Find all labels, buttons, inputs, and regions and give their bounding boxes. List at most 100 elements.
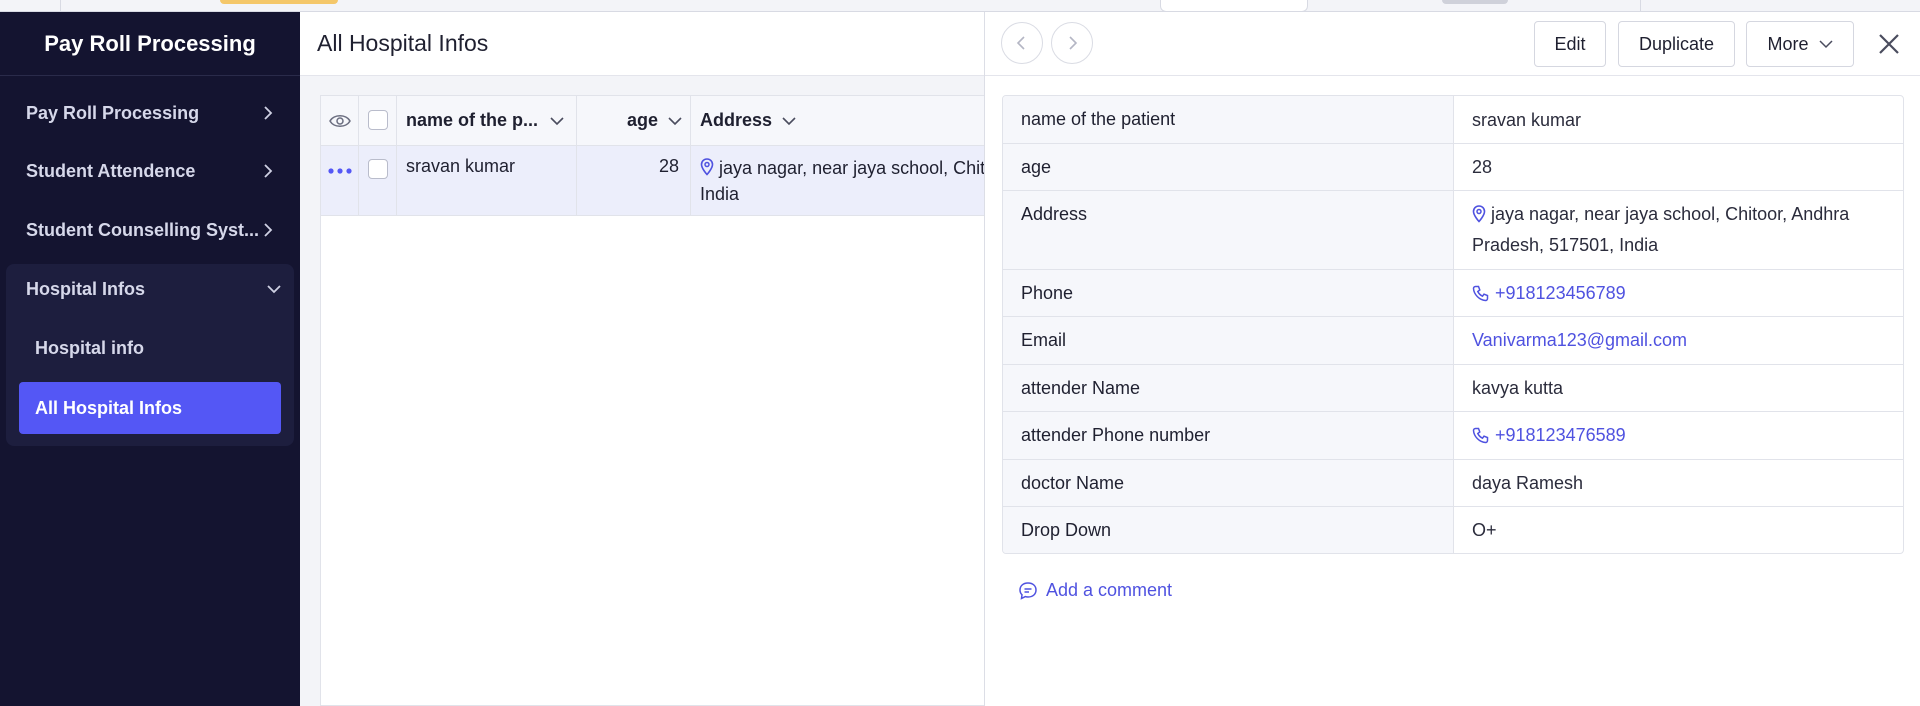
cell-name: sravan kumar — [397, 146, 577, 215]
column-visibility-cell[interactable] — [321, 96, 359, 145]
column-header-address[interactable]: Address — [691, 96, 985, 145]
chevron-right-icon — [264, 106, 273, 120]
field-label: doctor Name — [1003, 460, 1454, 506]
strip-field — [1160, 0, 1308, 12]
field-label: Phone — [1003, 270, 1454, 316]
field-value[interactable]: jaya nagar, near jaya school, Chitoor, A… — [1454, 191, 1903, 269]
location-pin-icon — [700, 158, 714, 176]
strip-tab-highlight — [220, 0, 338, 4]
field-value: sravan kumar — [1472, 110, 1582, 130]
phone-value: +918123476589 — [1495, 425, 1626, 445]
more-button-label: More — [1767, 33, 1809, 54]
duplicate-button[interactable]: Duplicate — [1618, 21, 1735, 67]
page-title: All Hospital Infos — [300, 12, 984, 76]
email-link[interactable]: Vanivarma123@gmail.com — [1454, 317, 1903, 364]
add-comment-label: Add a comment — [1046, 580, 1173, 600]
sidebar-item-label: Student Counselling Syst... — [26, 219, 260, 240]
strip-divider — [1640, 0, 1641, 12]
records-table: name of the p... age Address sravan kuma… — [320, 95, 985, 706]
chevron-down-icon — [550, 117, 564, 126]
strip-divider — [60, 0, 61, 12]
field-row: Address jaya nagar, near jaya school, Ch… — [1003, 191, 1903, 270]
sidebar-item-student-attendence[interactable]: Student Attendence — [0, 146, 300, 196]
chevron-left-icon — [1016, 36, 1025, 50]
location-pin-icon — [1472, 205, 1486, 223]
chevron-down-icon — [1818, 40, 1833, 49]
sidebar-subitem-label: Hospital info — [35, 337, 144, 358]
sidebar-group-hospital-infos: Hospital Infos Hospital info All Hospita… — [6, 264, 294, 446]
table-row[interactable]: sravan kumar 28 jaya nagar, near jaya sc… — [321, 146, 985, 216]
column-header-label: age — [626, 110, 658, 130]
row-checkbox[interactable] — [368, 159, 388, 179]
field-row: attender Phone number +918123476589 — [1003, 412, 1903, 460]
field-row: Email Vanivarma123@gmail.com — [1003, 317, 1903, 365]
field-value: 28 — [1472, 157, 1493, 177]
table-header: name of the p... age Address — [321, 96, 985, 146]
cell-address: jaya nagar, near jaya school, Chitoor, A… — [691, 146, 985, 215]
address-line-text: jaya nagar, near jaya school, Chitoor, A… — [719, 158, 985, 178]
phone-icon — [1472, 427, 1489, 444]
field-value: daya Ramesh — [1472, 473, 1584, 493]
row-actions-cell[interactable] — [321, 146, 359, 215]
strip-pill — [1442, 0, 1508, 4]
phone-link[interactable]: +918123456789 — [1454, 270, 1903, 316]
row-select-cell — [359, 146, 397, 215]
chevron-right-icon — [264, 164, 273, 178]
select-all-cell — [359, 96, 397, 145]
field-row: name of the patient sravan kumar — [1003, 96, 1903, 144]
cell-age: 28 — [577, 146, 691, 215]
field-row: attender Name kavya kutta — [1003, 365, 1903, 412]
field-row: Phone +918123456789 — [1003, 270, 1903, 317]
column-header-age[interactable]: age — [577, 96, 691, 145]
field-label: attender Name — [1003, 365, 1454, 411]
sidebar-item-label: Hospital Infos — [26, 278, 146, 299]
chevron-right-icon — [264, 223, 273, 237]
add-comment-button[interactable]: Add a comment — [1018, 580, 1172, 601]
field-value: O+ — [1472, 520, 1497, 540]
comment-icon — [1019, 581, 1037, 600]
field-row: Drop Down O+ — [1003, 507, 1903, 553]
record-fields-table: name of the patient sravan kumar age 28 … — [1002, 95, 1904, 554]
close-icon[interactable] — [1875, 30, 1903, 58]
record-detail-panel: Edit Duplicate More name of the patient … — [984, 12, 1920, 706]
chevron-right-icon — [1069, 36, 1078, 50]
address-line-2: India — [700, 184, 740, 204]
field-row: doctor Name daya Ramesh — [1003, 460, 1903, 507]
attender-phone-link[interactable]: +918123476589 — [1454, 412, 1903, 459]
field-label: Address — [1003, 191, 1454, 269]
more-button[interactable]: More — [1746, 21, 1854, 67]
more-dots-icon — [328, 168, 352, 174]
address-value: jaya nagar, near jaya school, Chitoor, A… — [1472, 204, 1850, 255]
field-label: name of the patient — [1003, 96, 1454, 143]
sidebar-subitem-hospital-info[interactable]: Hospital info — [19, 322, 281, 374]
sidebar-subitem-all-hospital-infos[interactable]: All Hospital Infos — [19, 382, 281, 434]
field-label: Drop Down — [1003, 507, 1454, 553]
panel-toolbar: Edit Duplicate More — [985, 12, 1920, 76]
field-row: age 28 — [1003, 144, 1903, 191]
sidebar: Pay Roll Processing Pay Roll Processing … — [0, 12, 300, 706]
app-title: Pay Roll Processing — [0, 12, 300, 76]
browser-top-strip — [0, 0, 1920, 12]
field-value: kavya kutta — [1472, 378, 1564, 398]
field-label: Email — [1003, 317, 1454, 364]
sidebar-item-student-counselling[interactable]: Student Counselling Syst... — [0, 205, 300, 255]
main-content: All Hospital Infos name of the p... age … — [300, 12, 985, 706]
eye-icon — [328, 114, 351, 127]
sidebar-item-hospital-infos[interactable]: Hospital Infos — [0, 264, 300, 314]
phone-icon — [1472, 285, 1489, 302]
chevron-down-icon — [668, 117, 682, 126]
edit-button[interactable]: Edit — [1534, 21, 1606, 67]
column-header-label: Address — [700, 110, 773, 130]
next-record-button[interactable] — [1051, 22, 1093, 64]
sidebar-item-pay-roll-processing[interactable]: Pay Roll Processing — [0, 88, 300, 138]
field-label: age — [1003, 144, 1454, 190]
address-line: jaya nagar, near jaya school, Chitoor, A… — [700, 155, 985, 181]
previous-record-button[interactable] — [1001, 22, 1043, 64]
chevron-down-icon — [782, 116, 796, 125]
select-all-checkbox[interactable] — [368, 110, 388, 130]
sidebar-item-label: Student Attendence — [26, 160, 196, 181]
sidebar-subitem-label: All Hospital Infos — [35, 397, 183, 418]
chevron-down-icon — [267, 285, 281, 294]
column-header-name[interactable]: name of the p... — [397, 96, 577, 145]
column-header-label: name of the p... — [406, 110, 539, 130]
